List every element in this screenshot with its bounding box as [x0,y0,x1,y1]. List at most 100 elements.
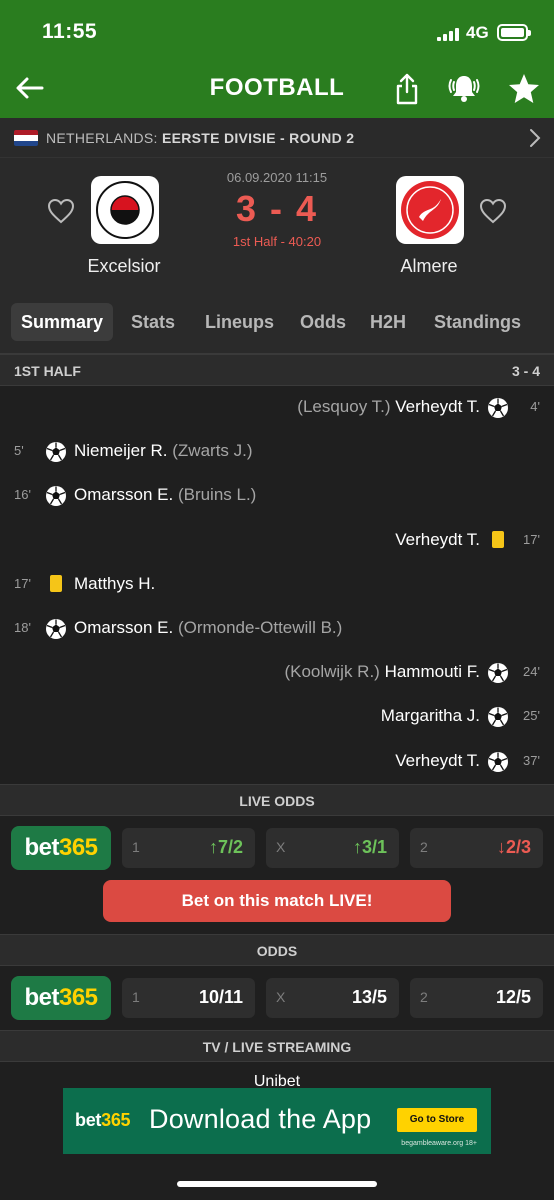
odd-key: 2 [420,989,428,1005]
tv-streaming-header: TV / LIVE STREAMING [0,1030,554,1062]
bookmaker-name-b: 365 [58,834,98,861]
odd-value: ↓2/3 [497,837,531,858]
event-text[interactable]: (Koolwijk R.) Hammouti F. [284,662,480,682]
assist-name[interactable]: (Bruins L.) [178,485,256,504]
event-row: 17' Verheydt T. [0,519,554,563]
odd-value: ↑3/1 [353,837,387,858]
event-row: 16' Omarsson E. (Bruins L.) [0,474,554,518]
player-name[interactable]: Omarsson E. [74,485,173,504]
tab-standings[interactable]: Standings [424,303,531,341]
live-odds-header: LIVE ODDS [0,784,554,816]
battery-icon [497,24,531,41]
event-row: 4' (Lesquoy T.) Verheydt T. [0,386,554,430]
odd-key: X [276,989,286,1005]
event-minute: 17' [523,531,540,547]
odd-key: X [276,839,286,855]
player-name[interactable]: Verheydt T. [395,751,480,770]
away-team-name[interactable]: Almere [354,256,504,277]
league-title: NETHERLANDS: EERSTE DIVISIE - ROUND 2 [46,130,354,146]
ad-brand-a: bet [75,1110,102,1130]
tab-summary[interactable]: Summary [11,303,114,341]
odd-draw[interactable]: X 13/5 [266,978,399,1018]
home-indicator[interactable] [177,1181,377,1187]
yellow-card-icon [492,530,504,548]
odd-home[interactable]: 1 10/11 [122,978,255,1018]
odd-key: 2 [420,839,428,855]
player-name[interactable]: Verheydt T. [395,530,480,549]
goal-icon [45,441,67,463]
bookmaker-logo[interactable]: bet 365 [11,976,111,1020]
bookmaker-logo[interactable]: bet 365 [11,826,111,870]
goal-icon [45,618,67,640]
event-text[interactable]: Matthys H. [74,574,155,594]
assist-name[interactable]: (Lesquoy T.) [297,397,390,416]
league-country: NETHERLANDS: [46,130,158,146]
bookmaker-name-a: bet [24,984,59,1011]
assist-name[interactable]: (Ormonde-Ottewill B.) [178,618,342,637]
live-odd-away[interactable]: 2 ↓2/3 [410,828,543,868]
favorite-star-icon[interactable] [507,72,541,106]
ad-store-button[interactable]: Go to Store [397,1108,477,1132]
match-tabs: Summary Stats Lineups Odds H2H Standings [0,288,554,354]
event-row: 24' (Koolwijk R.) Hammouti F. [0,651,554,695]
ad-banner[interactable]: bet365 Download the App Go to Store bega… [63,1088,491,1154]
chevron-right-icon[interactable] [528,128,542,148]
player-name[interactable]: Niemeijer R. [74,441,168,460]
odd-away[interactable]: 2 12/5 [410,978,543,1018]
event-text[interactable]: Verheydt T. [395,530,480,550]
goal-icon [487,751,509,773]
first-half-score: 3 - 4 [511,363,540,379]
event-minute: 18' [14,620,31,635]
home-team-name[interactable]: Excelsior [49,256,199,277]
live-odds-row: bet 365 1 ↑7/2 X ↑3/1 2 ↓2/3 [0,826,554,870]
event-text[interactable]: Verheydt T. [395,751,480,771]
event-row: 37' Verheydt T. [0,740,554,784]
player-name[interactable]: Hammouti F. [385,662,480,681]
live-odds-label: LIVE ODDS [239,793,315,809]
match-period: 1st Half - 40:20 [232,234,322,249]
odd-value-text: 3/1 [361,837,387,857]
event-text[interactable]: Margaritha J. [381,706,480,726]
first-half-label: 1ST HALF [14,363,81,379]
event-minute: 4' [530,399,540,414]
tab-lineups[interactable]: Lineups [195,303,284,341]
assist-name[interactable]: (Koolwijk R.) [284,662,379,681]
tv-streaming-label: TV / LIVE STREAMING [202,1039,352,1055]
odd-value: 13/5 [351,987,387,1007]
app-header: 11:55 4G FOOTBALL [0,0,554,118]
goal-icon [487,706,509,728]
yellow-card-icon [50,574,62,592]
netherlands-flag-icon [14,130,38,146]
event-text[interactable]: Niemeijer R. (Zwarts J.) [74,441,253,461]
match-header: Excelsior 06.09.2020 11:15 3 - 4 1st Hal… [0,158,554,288]
ad-headline: Download the App [149,1104,372,1134]
league-bar[interactable]: NETHERLANDS: EERSTE DIVISIE - ROUND 2 [0,118,554,158]
event-text[interactable]: Omarsson E. (Bruins L.) [74,485,256,505]
away-team-logo[interactable] [396,176,464,244]
tab-odds[interactable]: Odds [290,303,356,341]
assist-name[interactable]: (Zwarts J.) [172,441,252,460]
event-row: 18' Omarsson E. (Ormonde-Ottewill B.) [0,607,554,651]
player-name[interactable]: Matthys H. [74,574,155,593]
heart-icon[interactable] [479,198,507,224]
live-odd-home[interactable]: 1 ↑7/2 [122,828,255,868]
odd-value: 10/11 [198,987,243,1007]
live-odd-draw[interactable]: X ↑3/1 [266,828,399,868]
odd-value: ↑7/2 [209,837,243,858]
event-text[interactable]: Omarsson E. (Ormonde-Ottewill B.) [74,618,342,638]
status-time: 11:55 [42,20,98,43]
goal-icon [45,485,67,507]
player-name[interactable]: Margaritha J. [381,706,480,725]
arrow-down-icon: ↓ [496,837,506,857]
bet-live-button[interactable]: Bet on this match LIVE! [103,880,451,922]
player-name[interactable]: Omarsson E. [74,618,173,637]
event-text[interactable]: (Lesquoy T.) Verheydt T. [297,397,480,417]
notification-bell-icon[interactable] [446,70,482,106]
event-minute: 5' [14,443,24,459]
player-name[interactable]: Verheydt T. [395,397,480,416]
share-icon[interactable] [393,72,421,106]
tab-stats[interactable]: Stats [121,303,185,341]
event-minute: 17' [14,575,31,591]
tab-h2h[interactable]: H2H [360,303,416,341]
odd-key: 1 [132,839,140,855]
